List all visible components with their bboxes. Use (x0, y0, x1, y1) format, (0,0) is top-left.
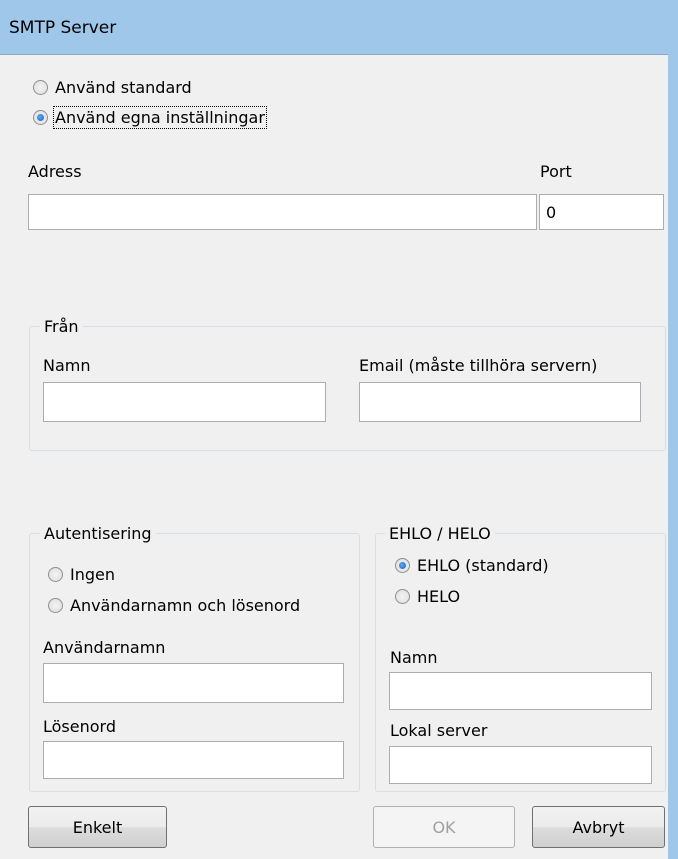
radio-use-default-label: Använd standard (55, 78, 192, 97)
radio-helo-label: HELO (417, 587, 461, 606)
radio-use-default[interactable]: Använd standard (33, 78, 192, 97)
ehlo-name-input[interactable] (389, 672, 652, 710)
radio-indicator (33, 80, 48, 95)
from-email-input[interactable] (359, 382, 641, 422)
cancel-button[interactable]: Avbryt (532, 806, 665, 848)
address-label: Adress (28, 162, 82, 181)
ok-button[interactable]: OK (373, 806, 515, 848)
from-name-label: Namn (43, 356, 91, 375)
radio-auth-none[interactable]: Ingen (48, 565, 115, 584)
radio-helo[interactable]: HELO (395, 587, 460, 606)
ehlo-name-label: Namn (390, 648, 438, 667)
radio-use-custom[interactable]: Använd egna inställningar (33, 106, 267, 129)
from-group-title: Från (40, 317, 83, 336)
radio-indicator (48, 567, 63, 582)
radio-indicator (395, 558, 410, 573)
radio-use-custom-label: Använd egna inställningar (53, 106, 267, 129)
username-input[interactable] (43, 663, 344, 703)
password-input[interactable] (43, 741, 344, 779)
window-title: SMTP Server (9, 18, 117, 38)
radio-indicator (48, 598, 63, 613)
address-input[interactable] (28, 194, 537, 230)
radio-ehlo-label: EHLO (standard) (417, 556, 549, 575)
ehlo-group-title: EHLO / HELO (385, 524, 495, 543)
from-name-input[interactable] (43, 382, 326, 422)
username-label: Användarnamn (43, 638, 166, 657)
radio-auth-userpass[interactable]: Användarnamn och lösenord (48, 596, 300, 615)
port-label: Port (540, 162, 572, 181)
from-email-label: Email (måste tillhöra servern) (359, 356, 598, 375)
window-frame-right (668, 0, 678, 859)
auth-group-title: Autentisering (40, 524, 156, 543)
port-input[interactable] (539, 194, 664, 230)
local-server-input[interactable] (389, 746, 652, 784)
radio-ehlo[interactable]: EHLO (standard) (395, 556, 549, 575)
local-server-label: Lokal server (390, 721, 488, 740)
radio-auth-none-label: Ingen (70, 565, 115, 584)
password-label: Lösenord (43, 717, 116, 736)
title-bar: SMTP Server (0, 0, 678, 55)
simple-button[interactable]: Enkelt (28, 806, 167, 848)
radio-indicator (33, 110, 48, 125)
radio-indicator (395, 589, 410, 604)
radio-auth-userpass-label: Användarnamn och lösenord (70, 596, 301, 615)
